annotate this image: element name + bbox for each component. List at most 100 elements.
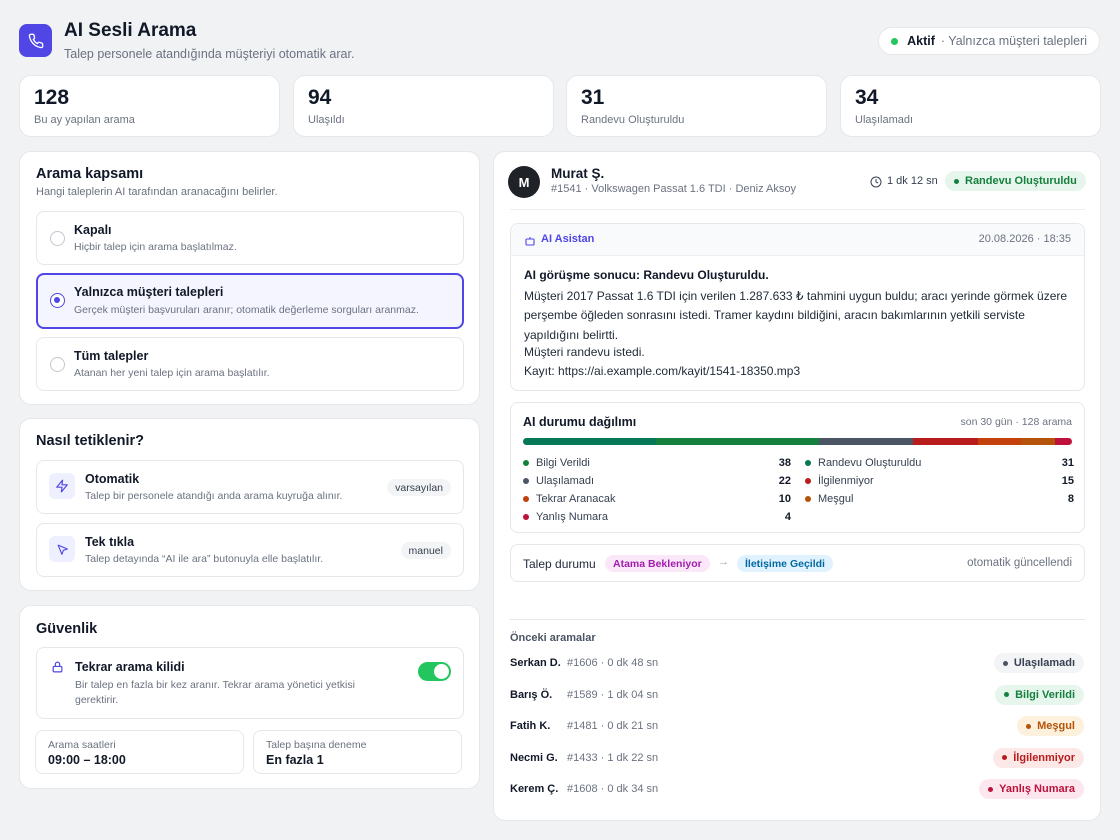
trigger-option-auto[interactable]: Otomatik Talep bir personele atandığı an… [36,460,464,514]
history-caller-name[interactable]: Fatih K. [510,720,550,732]
distribution-meta: son 30 gün · 128 arama [960,416,1073,428]
status-active-label: Aktif [907,34,935,48]
ai-result-outcome: Müşteri randevu istedi. [524,345,645,359]
legend-label: Yanlış Numara [536,511,608,523]
legend-item: İlgilenmiyor [805,475,874,487]
history-caller-name[interactable]: Serkan D. [510,657,561,669]
stat-label: Randevu Oluşturuldu [581,114,685,126]
option-desc: Gerçek müşteri başvuruları aranır; otoma… [74,304,419,316]
legend-dot [805,478,811,484]
ai-assistant-box: AI Asistan 20.08.2026 · 18:35 AI görüşme… [510,223,1085,391]
attempts-field[interactable]: Talep başına deneme En fazla 1 [253,730,462,774]
status-dot [1004,692,1010,698]
page-title: AI Sesli Arama [64,20,197,41]
scope-title: Arama kapsamı [36,166,144,182]
page-subtitle: Talep personele atandığında müşteriyi ot… [64,47,355,61]
legend-item: Ulaşılamadı [523,475,594,487]
scope-card: Arama kapsamı Hangi taleplerin AI tarafı… [19,151,480,405]
stat-card-reached: 94 Ulaşıldı [293,75,554,137]
legend-item: Tekrar Aranacak [523,493,615,505]
history-status-label: İlgilenmiyor [1013,751,1075,764]
distribution-segment [1054,438,1072,445]
status-dot [1026,723,1032,729]
distribution-title: AI durumu dağılımı [523,415,637,429]
history-caller-name[interactable]: Necmi G. [510,752,558,764]
distribution-bar [523,438,1072,445]
history-caller-name[interactable]: Barış Ö. [510,689,552,701]
legend-dot [523,514,529,520]
ai-result-body: Müşteri 2017 Passat 1.6 TDI için verilen… [524,289,1068,342]
ai-assistant-timestamp: 20.08.2026 · 18:35 [978,233,1071,245]
request-status-label: Talep durumu [523,557,596,571]
stat-value: 94 [308,86,332,109]
history-meta: #1606 · 0 dk 48 sn [567,657,659,669]
default-tag: varsayılan [387,479,451,496]
legend-label: Bilgi Verildi [536,457,590,469]
scope-option-off[interactable]: Kapalı Hiçbir talep için arama başlatılm… [36,211,464,265]
scope-option-customer[interactable]: Yalnızca müşteri talepleri Gerçek müşter… [36,273,464,329]
distribution-segment [977,438,1021,445]
stat-label: Ulaşıldı [308,114,345,126]
option-desc: Talep bir personele atandığı anda arama … [85,490,343,502]
status-dot [1002,660,1008,666]
history-status-badge: İlgilenmiyor [993,747,1084,768]
status-dot [988,786,994,792]
distribution-segment [913,438,978,445]
arrow-icon: → [718,556,729,568]
lightning-icon [49,473,75,499]
call-hours-field[interactable]: Arama saatleri 09:00 – 18:00 [35,730,244,774]
status-dot [954,178,959,184]
divider [510,209,1085,210]
trigger-card: Nasıl tetiklenir? Otomatik Talep bir per… [19,418,480,591]
security-title: Güvenlik [36,621,98,637]
history-caller-name[interactable]: Kerem Ç. [510,783,558,795]
history-title: Önceki aramalar [510,632,596,644]
call-detail-panel: M Murat Ş. #1541 · Volkswagen Passat 1.6… [493,151,1101,821]
avatar: M [508,166,540,198]
caller-name: Murat Ş. [551,166,605,181]
legend-dot [523,496,529,502]
distribution-segment [655,438,819,445]
legend-value: 10 [778,493,791,505]
legend-label: Randevu Oluşturuldu [818,457,922,469]
repeat-lock-row: Tekrar arama kilidi Bir talep en fazla b… [36,647,464,719]
legend-value: 4 [784,511,791,523]
clock-icon [870,175,882,193]
status-from-chip: Atama Bekleniyor [605,555,710,572]
option-desc: Talep detayında “AI ile ara” butonuyla e… [85,553,324,565]
legend-item: Yanlış Numara [523,511,608,523]
radio-button[interactable] [50,357,65,372]
legend-value: 15 [1061,475,1074,487]
legend-item: Meşgul [805,493,853,505]
recording-link[interactable]: Kayıt: https://ai.example.com/kayit/1541… [524,364,800,378]
call-status-badge: Randevu Oluşturuldu [945,171,1086,191]
stat-card-unreached: 34 Ulaşılamadı [840,75,1101,137]
repeat-lock-toggle[interactable] [418,662,451,681]
legend-item: Randevu Oluşturuldu [805,457,921,469]
option-title: Tek tıkla [85,535,135,549]
legend-label: Meşgul [818,493,854,505]
legend-value: 8 [1067,493,1074,505]
lock-desc: Bir talep en fazla bir kez aranır. Tekra… [75,679,355,706]
legend-label: İlgilenmiyor [818,475,874,487]
lock-icon [51,660,64,679]
stat-label: Ulaşılamadı [855,114,914,126]
history-meta: #1433 · 1 dk 22 sn [567,751,659,764]
radio-button-selected[interactable] [50,293,65,308]
trigger-option-manual[interactable]: Tek tıkla Talep detayında “AI ile ara” b… [36,523,464,577]
history-status-label: Meşgul [1037,720,1075,733]
legend-dot [805,460,811,466]
history-status-badge: Yanlış Numara [979,779,1084,800]
stat-label: Bu ay yapılan arama [34,114,135,126]
status-pill[interactable]: Aktif · Yalnızca müşteri talepleri [878,27,1100,55]
scope-option-all[interactable]: Tüm talepler Atanan her yeni talep için … [36,337,464,391]
field-label: Talep başına deneme [266,739,367,751]
radio-button[interactable] [50,231,65,246]
distribution-segment [818,438,914,445]
field-label: Arama saatleri [48,739,116,751]
status-to-chip: İletişime Geçildi [737,555,833,572]
request-status-box: Talep durumu Atama Bekleniyor → İletişim… [510,544,1085,582]
stat-value: 34 [855,86,879,109]
legend-item: Bilgi Verildi [523,457,590,469]
history-meta: #1608 · 0 dk 34 sn [567,783,659,796]
